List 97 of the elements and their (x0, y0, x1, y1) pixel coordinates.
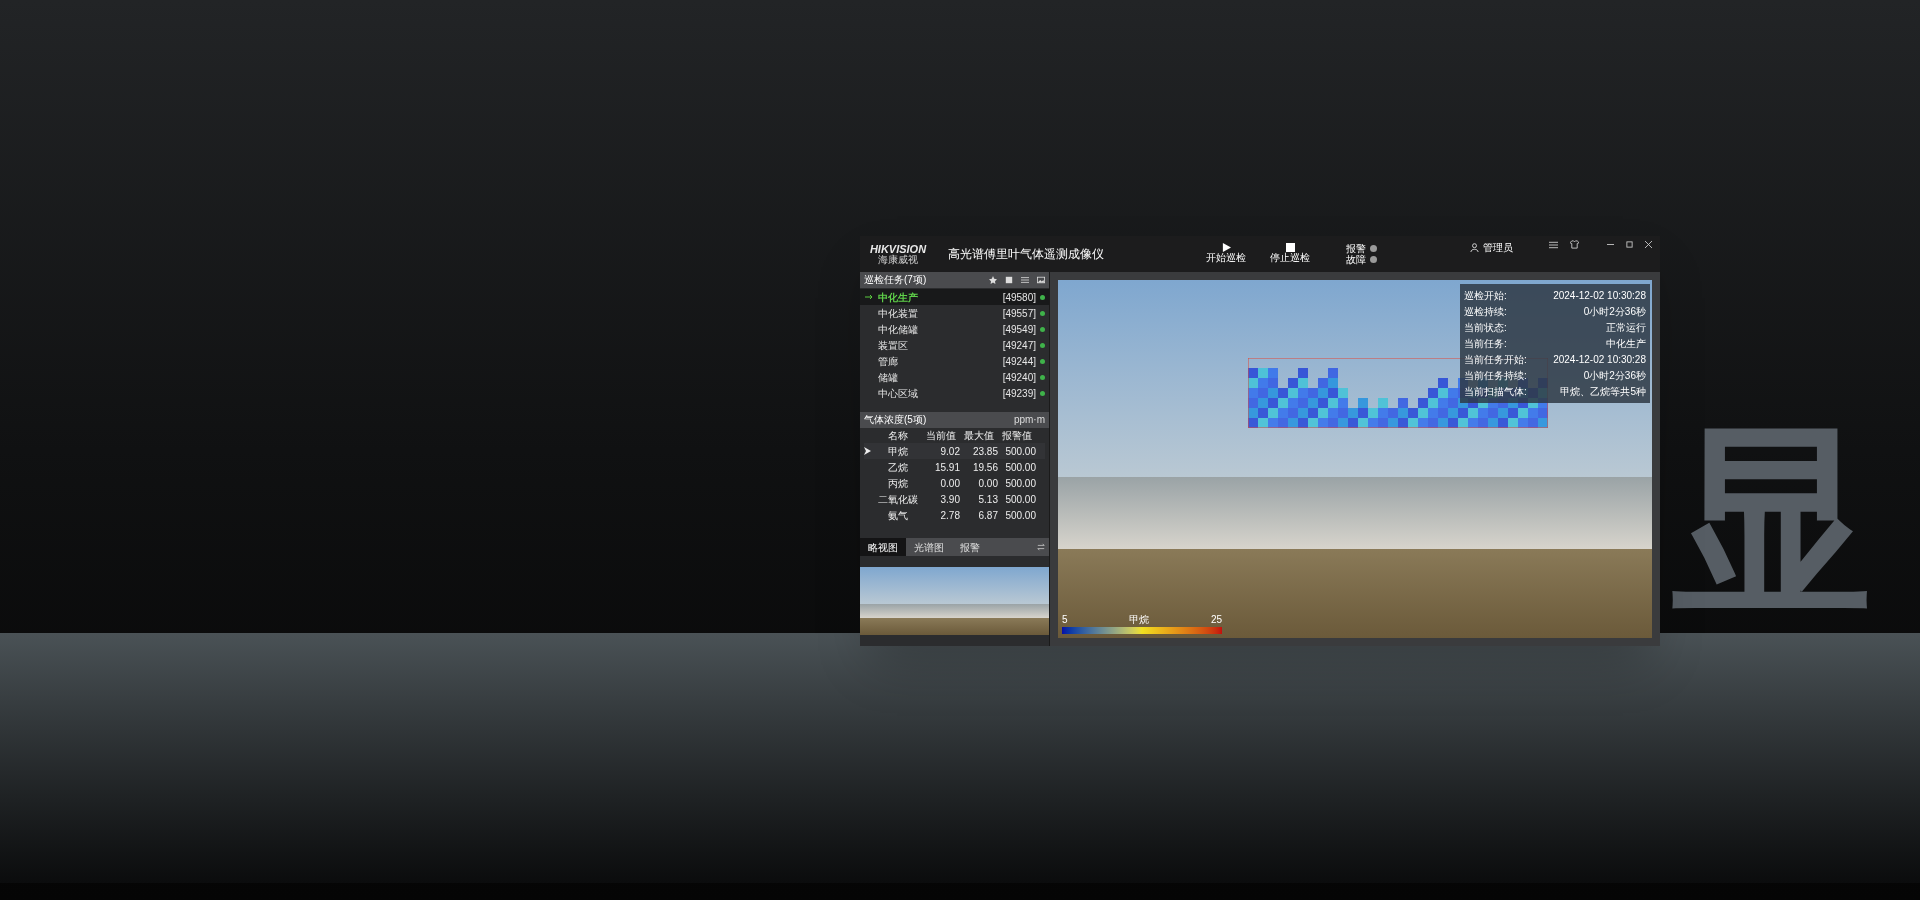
gas-row[interactable]: 丙烷 0.00 0.00 500.00 (864, 475, 1045, 491)
task-code: [49580] (1002, 290, 1036, 305)
user-icon (1470, 243, 1479, 252)
legend-max: 25 (1210, 613, 1222, 627)
info-value: 0小时2分36秒 (1583, 369, 1646, 383)
table-cell-text: 3.90 (939, 492, 960, 507)
info-label: 当前扫描气体: (1464, 385, 1527, 399)
table-cell-text: 2.78 (939, 508, 960, 523)
table-cell-text: 0.00 (977, 476, 998, 491)
task-code: [49557] (1002, 306, 1036, 321)
info-label: 当前任务持续: (1464, 369, 1527, 383)
table-cell-text: 0.00 (939, 476, 960, 491)
table-cell-text: 500.00 (1004, 444, 1036, 459)
task-item[interactable]: 管廊 [49244] (860, 353, 1049, 369)
task-name: 中心区域 (878, 386, 918, 401)
square-icon[interactable] (1005, 276, 1013, 284)
column-header: 当前值 (925, 429, 957, 443)
arrow-icon (865, 294, 873, 300)
close-icon[interactable] (1645, 241, 1652, 248)
task-name: 储罐 (878, 370, 898, 385)
table-cell-text: 500.00 (1004, 460, 1036, 475)
table-cell-text: 丙烷 (887, 476, 909, 491)
unit-label: ppm·m (1013, 415, 1045, 425)
table-cell-text: 19.56 (971, 460, 998, 475)
stop-button[interactable]: 停止巡检 (1270, 243, 1310, 265)
pointer-icon (864, 447, 871, 455)
panel-title: 巡检任务(7项) (864, 275, 927, 285)
task-name: 装置区 (878, 338, 908, 353)
table-cell-text: 500.00 (1004, 492, 1036, 507)
column-header: 最大值 (963, 429, 995, 443)
task-code: [49240] (1002, 370, 1036, 385)
task-code: [49549] (1002, 322, 1036, 337)
brand-logo-cn: 海康威视 (878, 254, 918, 265)
info-label: 巡检持续: (1464, 305, 1507, 319)
table-cell-text: 500.00 (1004, 476, 1036, 491)
gas-row[interactable]: 二氧化碳 3.90 5.13 500.00 (864, 491, 1045, 507)
info-value: 中化生产 (1606, 337, 1646, 351)
task-code: [49247] (1002, 338, 1036, 353)
shirt-icon[interactable] (1570, 240, 1579, 249)
info-value: 甲烷、乙烷等共5种 (1560, 385, 1646, 399)
legend-gas: 甲烷 (1129, 613, 1150, 627)
info-value: 正常运行 (1606, 321, 1646, 335)
view-tab[interactable]: 光谱图 (906, 538, 952, 556)
task-name: 管廊 (878, 354, 898, 369)
task-code: [49239] (1002, 386, 1036, 401)
gas-row[interactable]: 氨气 2.78 6.87 500.00 (864, 507, 1045, 523)
play-icon (1221, 243, 1231, 253)
table-cell-text: 氨气 (887, 508, 909, 523)
user-name: 管理员 (1483, 241, 1513, 255)
indicator-label: 故障 (1346, 254, 1366, 265)
table-cell-text: 乙烷 (887, 460, 909, 475)
backdrop-glyph: 显 (1672, 420, 1872, 620)
table-cell-text: 5.13 (977, 492, 998, 507)
info-label: 当前任务: (1464, 337, 1507, 351)
task-item[interactable]: 中化装置 [49557] (860, 305, 1049, 321)
list-icon[interactable] (1021, 276, 1029, 284)
task-name: 中化储罐 (878, 322, 918, 337)
column-header: 名称 (887, 429, 909, 443)
panel-title: 气体浓度(5项) (864, 415, 927, 425)
task-name: 中化生产 (878, 290, 918, 305)
gas-row[interactable]: 甲烷 9.02 23.85 500.00 (864, 443, 1045, 459)
task-item[interactable]: 储罐 [49240] (860, 369, 1049, 385)
view-tab[interactable]: 报警 (952, 538, 988, 556)
table-cell-text: 15.91 (933, 460, 960, 475)
gas-row[interactable]: 乙烷 15.91 19.56 500.00 (864, 459, 1045, 475)
task-name: 中化装置 (878, 306, 918, 321)
info-label: 巡检开始: (1464, 289, 1507, 303)
table-cell-text: 6.87 (977, 508, 998, 523)
stop-icon (1285, 243, 1295, 253)
table-cell-text: 500.00 (1004, 508, 1036, 523)
minimize-icon[interactable] (1607, 241, 1614, 248)
table-cell-text: 9.02 (939, 444, 960, 459)
table-cell-text: 23.85 (971, 444, 998, 459)
window-title: 高光谱傅里叶气体遥测成像仪 (948, 246, 1104, 263)
info-value: 0小时2分36秒 (1583, 305, 1646, 319)
legend-min: 5 (1062, 613, 1068, 627)
table-cell-text: 二氧化碳 (877, 492, 919, 507)
view-tab[interactable]: 略视图 (860, 538, 906, 556)
task-item[interactable]: 中心区域 [49239] (860, 385, 1049, 401)
info-value: 2024-12-02 10:30:28 (1553, 353, 1646, 367)
table-cell-text: 甲烷 (887, 444, 909, 459)
info-label: 当前状态: (1464, 321, 1507, 335)
swap-icon[interactable] (1037, 543, 1045, 551)
menu-icon[interactable] (1549, 240, 1558, 249)
brand-logo: HIKVISION (869, 243, 927, 255)
indicator-label: 报警 (1346, 243, 1366, 254)
info-value: 2024-12-02 10:30:28 (1553, 289, 1646, 303)
start-button[interactable]: 开始巡检 (1206, 243, 1246, 265)
task-item[interactable]: 装置区 [49247] (860, 337, 1049, 353)
image-icon[interactable] (1037, 276, 1045, 284)
info-label: 当前任务开始: (1464, 353, 1527, 367)
column-header: 报警值 (1001, 429, 1033, 443)
task-item[interactable]: 中化储罐 [49549] (860, 321, 1049, 337)
star-icon[interactable] (989, 276, 997, 284)
task-item[interactable]: 中化生产 [49580] (860, 289, 1049, 305)
task-code: [49244] (1002, 354, 1036, 369)
maximize-icon[interactable] (1626, 241, 1633, 248)
